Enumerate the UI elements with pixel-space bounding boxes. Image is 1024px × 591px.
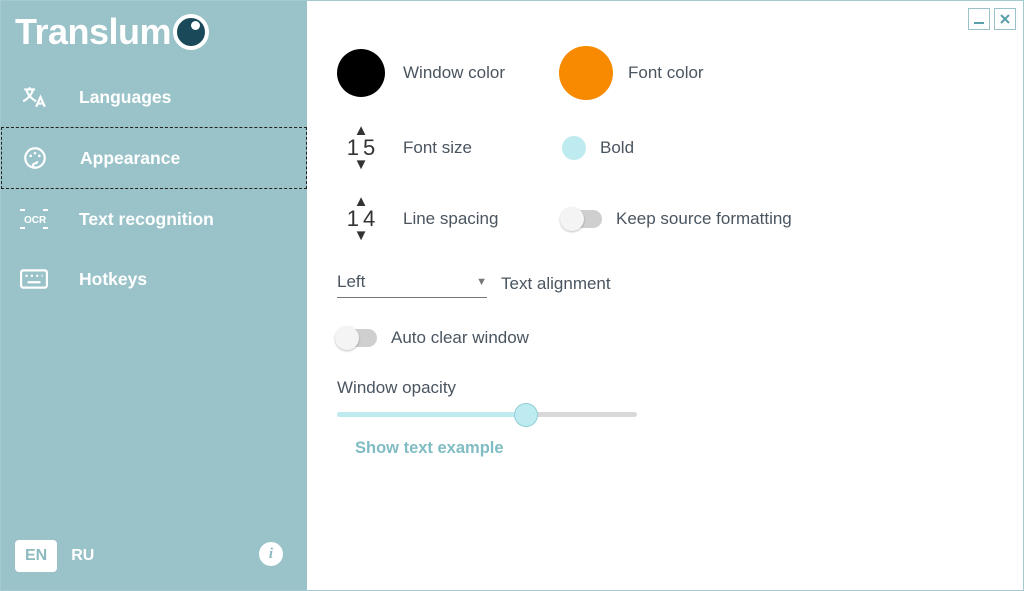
font-size-stepper[interactable]: ▲ 15 ▼ bbox=[337, 127, 385, 168]
text-alignment-select[interactable]: Left ▼ bbox=[337, 269, 487, 298]
font-color-label: Font color bbox=[628, 63, 704, 83]
ocr-icon: OCR bbox=[19, 207, 49, 231]
app-name: Translum bbox=[15, 11, 171, 53]
sidebar-item-label: Text recognition bbox=[79, 209, 214, 230]
sidebar-item-languages[interactable]: Languages bbox=[1, 67, 307, 127]
chevron-down-icon[interactable]: ▼ bbox=[354, 161, 369, 169]
auto-clear-label: Auto clear window bbox=[391, 328, 529, 348]
text-alignment-label: Text alignment bbox=[501, 274, 611, 294]
main-panel: Window color Font color ▲ 15 ▼ Font size… bbox=[307, 1, 1023, 590]
svg-text:OCR: OCR bbox=[24, 215, 47, 226]
keep-formatting-toggle[interactable] bbox=[562, 210, 602, 228]
font-color-swatch[interactable] bbox=[562, 49, 610, 97]
lang-option-ru[interactable]: RU bbox=[67, 540, 98, 572]
window-opacity-label: Window opacity bbox=[337, 378, 993, 398]
sidebar-nav: Languages Appearance OCR Text recognitio… bbox=[1, 67, 307, 309]
app-logo: Translum bbox=[1, 1, 307, 67]
window-color-swatch[interactable] bbox=[337, 49, 385, 97]
sidebar-item-appearance[interactable]: Appearance bbox=[1, 127, 307, 189]
logo-icon bbox=[173, 14, 209, 50]
bold-checkbox[interactable] bbox=[562, 136, 586, 160]
font-size-label: Font size bbox=[403, 138, 472, 158]
line-spacing-stepper[interactable]: ▲ 14 ▼ bbox=[337, 198, 385, 239]
show-text-example-link[interactable]: Show text example bbox=[355, 439, 993, 458]
sidebar-item-hotkeys[interactable]: Hotkeys bbox=[1, 249, 307, 309]
sidebar: Translum Languages Appearance OCR Tex bbox=[1, 1, 307, 590]
keep-formatting-label: Keep source formatting bbox=[616, 209, 792, 229]
auto-clear-toggle[interactable] bbox=[337, 329, 377, 347]
sidebar-item-label: Hotkeys bbox=[79, 269, 147, 290]
translate-icon bbox=[19, 85, 49, 109]
opacity-slider-thumb[interactable] bbox=[514, 403, 538, 427]
info-button[interactable]: i bbox=[259, 542, 283, 566]
bold-label: Bold bbox=[600, 138, 634, 158]
palette-icon bbox=[20, 146, 50, 170]
close-button[interactable] bbox=[994, 8, 1016, 30]
opacity-slider-fill bbox=[337, 412, 526, 417]
sidebar-item-text-recognition[interactable]: OCR Text recognition bbox=[1, 189, 307, 249]
text-alignment-value: Left bbox=[337, 272, 365, 292]
sidebar-item-label: Languages bbox=[79, 87, 171, 108]
ui-language-switch: EN RU bbox=[15, 540, 98, 572]
caret-down-icon: ▼ bbox=[476, 276, 487, 288]
window-color-label: Window color bbox=[403, 63, 505, 83]
window-controls bbox=[968, 8, 1016, 30]
chevron-down-icon[interactable]: ▼ bbox=[354, 232, 369, 240]
keyboard-icon bbox=[19, 267, 49, 291]
chevron-up-icon[interactable]: ▲ bbox=[354, 198, 369, 206]
chevron-up-icon[interactable]: ▲ bbox=[354, 127, 369, 135]
line-spacing-label: Line spacing bbox=[403, 209, 498, 229]
app-window: Translum Languages Appearance OCR Tex bbox=[0, 0, 1024, 591]
opacity-slider[interactable] bbox=[337, 412, 637, 417]
lang-option-en[interactable]: EN bbox=[15, 540, 57, 572]
minimize-button[interactable] bbox=[968, 8, 990, 30]
sidebar-item-label: Appearance bbox=[80, 148, 180, 169]
